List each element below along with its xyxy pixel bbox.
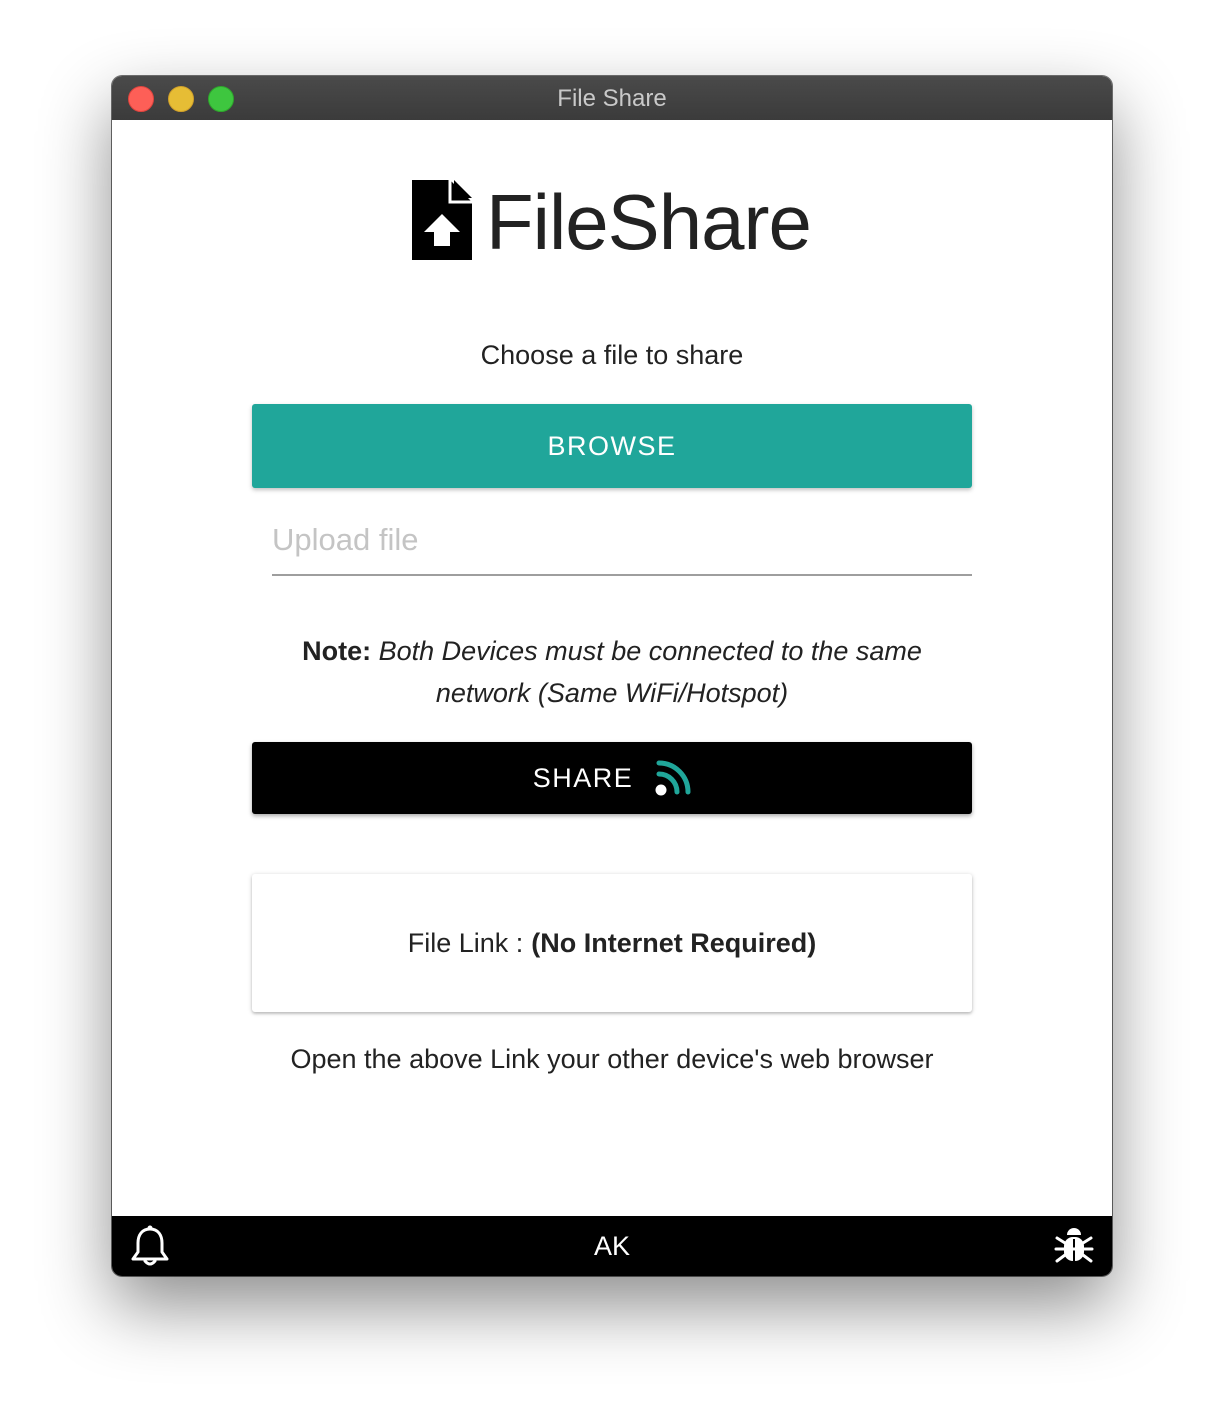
footer-bar: AK — [112, 1216, 1112, 1276]
bug-icon[interactable] — [1054, 1226, 1094, 1266]
file-link-value[interactable]: (No Internet Required) — [531, 928, 816, 959]
note-text: Both Devices must be connected to the sa… — [378, 636, 922, 708]
window-title: File Share — [557, 85, 667, 112]
share-button-label: SHARE — [532, 762, 634, 793]
app-logo: FileShare — [410, 179, 830, 269]
rss-icon — [655, 760, 691, 796]
footer-initials: AK — [593, 1231, 631, 1261]
file-link-label: File Link : — [407, 927, 524, 958]
choose-file-label: Choose a file to share — [480, 340, 744, 370]
app-window: File Share FileShare Choose a file to sh… — [112, 76, 1112, 1276]
browse-button[interactable]: BROWSE — [252, 404, 972, 488]
open-link-instruction: Open the above Link your other device's … — [290, 1044, 934, 1074]
file-link-card: File Link : (No Internet Required) — [252, 874, 972, 1012]
upload-file-input[interactable] — [272, 506, 972, 576]
title-bar[interactable]: File Share — [112, 76, 1112, 121]
main-content: FileShare Choose a file to share BROWSE … — [112, 120, 1112, 1216]
note-label: Note: — [302, 636, 372, 666]
logo-text: FileShare — [486, 178, 812, 266]
file-upload-icon — [412, 180, 472, 260]
network-note: Note: Both Devices must be connected to … — [252, 630, 972, 714]
share-button[interactable]: SHARE — [252, 742, 972, 814]
